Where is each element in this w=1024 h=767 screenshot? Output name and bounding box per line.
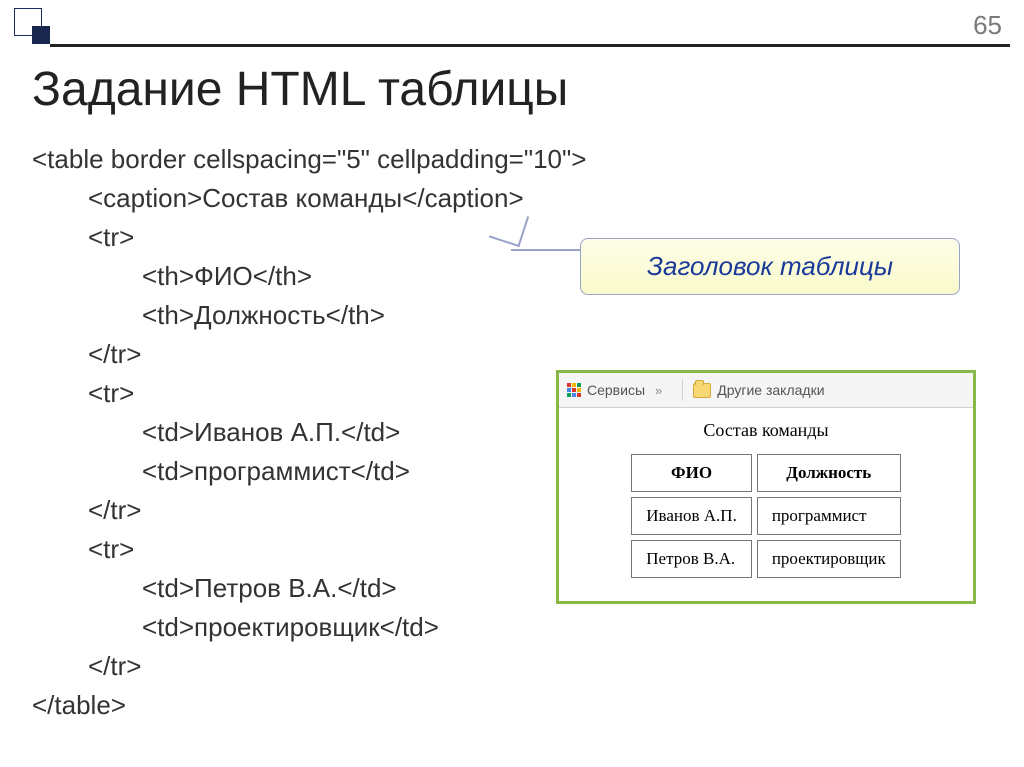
table-caption: Состав команды	[577, 420, 955, 441]
code-line: </tr>	[32, 491, 586, 530]
code-line: <td>Петров В.А.</td>	[32, 569, 586, 608]
table-header: Должность	[757, 454, 901, 492]
decor-square-filled	[32, 26, 50, 44]
toolbar-divider	[682, 379, 683, 401]
browser-toolbar: Сервисы » Другие закладки	[559, 373, 973, 408]
apps-grid-icon[interactable]	[567, 383, 581, 397]
code-line: </table>	[32, 690, 126, 720]
table-cell: Петров В.А.	[631, 540, 752, 578]
callout-box: Заголовок таблицы	[580, 238, 960, 295]
slide-title: Задание HTML таблицы	[32, 62, 568, 117]
bookmarks-label[interactable]: Другие закладки	[717, 382, 824, 398]
folder-icon[interactable]	[693, 383, 711, 398]
code-line: </tr>	[32, 335, 586, 374]
table-header: ФИО	[631, 454, 752, 492]
code-line: <td>Иванов А.П.</td>	[32, 413, 586, 452]
table-row: ФИО Должность	[631, 454, 900, 492]
chevron-right-icon[interactable]: »	[655, 383, 662, 398]
code-line: <td>программист</td>	[32, 452, 586, 491]
demo-table: ФИО Должность Иванов А.П. программист Пе…	[626, 449, 905, 583]
code-line: <th>Должность</th>	[32, 296, 586, 335]
code-line: </tr>	[32, 647, 586, 686]
code-line: <th>ФИО</th>	[32, 257, 586, 296]
code-line: <td>проектировщик</td>	[32, 608, 586, 647]
decor-horizontal-rule	[50, 44, 1010, 47]
code-line: <tr>	[32, 530, 586, 569]
page-number: 65	[973, 10, 1002, 41]
code-line: <table border cellspacing="5" cellpaddin…	[32, 144, 586, 174]
table-row: Петров В.А. проектировщик	[631, 540, 900, 578]
browser-body: Состав команды ФИО Должность Иванов А.П.…	[559, 408, 973, 601]
callout-text: Заголовок таблицы	[647, 251, 893, 281]
table-row: Иванов А.П. программист	[631, 497, 900, 535]
browser-window: Сервисы » Другие закладки Состав команды…	[556, 370, 976, 604]
table-cell: проектировщик	[757, 540, 901, 578]
code-line: <tr>	[32, 374, 586, 413]
services-label[interactable]: Сервисы	[587, 382, 645, 398]
table-cell: программист	[757, 497, 901, 535]
table-cell: Иванов А.П.	[631, 497, 752, 535]
